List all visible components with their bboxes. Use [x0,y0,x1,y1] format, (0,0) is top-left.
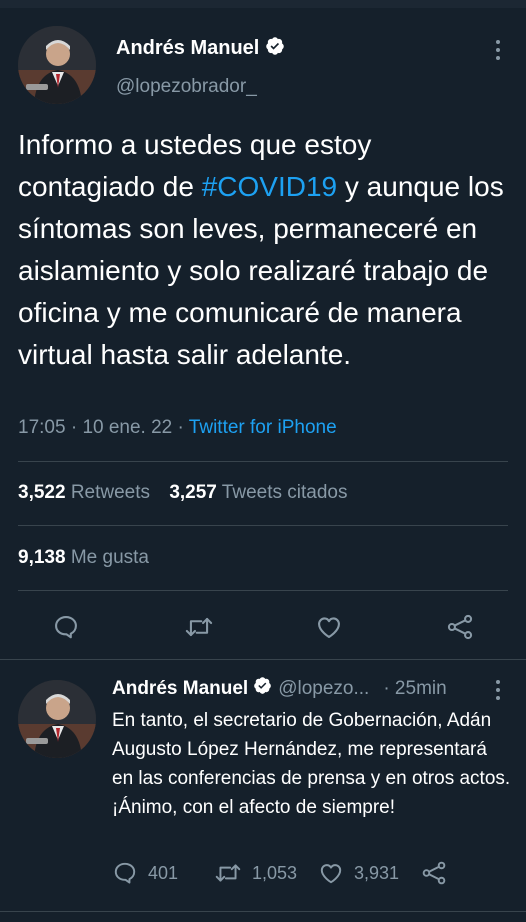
reply-age[interactable]: · 25min [383,678,446,700]
top-edge [0,0,526,8]
reply-author-handle[interactable]: @lopezo... [278,678,369,700]
like-icon [318,860,344,886]
reply-author-name[interactable]: Andrés Manuel [112,678,248,700]
reply-icon [112,860,138,886]
divider-1 [18,461,508,462]
meta-separator: · [65,417,83,438]
like-icon[interactable] [315,613,343,641]
meta-separator-2: · [172,417,189,438]
reply-action-bar: 401 1,053 3,931 [112,860,512,890]
reply-header: Andrés Manuel @lopezo... · 25min [112,676,447,701]
author-name[interactable]: Andrés Manuel [116,37,259,60]
quotes-stat[interactable]: 3,257 Tweets citados [169,482,347,503]
tweet-time: 17:05 [18,417,66,438]
reply-icon[interactable] [52,613,80,641]
retweet-stats: 3,522 Retweets 3,257 Tweets citados [18,482,347,504]
author-name-row: Andrés Manuel [116,36,285,61]
reply-author-avatar[interactable] [18,680,96,758]
retweet-icon[interactable] [184,613,214,641]
reply-more-options-icon[interactable] [490,678,506,702]
likes-label: Me gusta [70,547,149,568]
divider-3 [18,590,508,591]
person-photo [18,680,96,758]
reply-replies-action[interactable]: 401 [112,860,178,886]
person-photo [18,26,96,104]
quotes-label: Tweets citados [221,482,348,503]
author-avatar[interactable] [18,26,96,104]
hashtag-link[interactable]: #COVID19 [202,171,337,202]
reply-likes-action[interactable]: 3,931 [318,860,399,886]
retweets-count: 3,522 [18,482,66,503]
verified-badge-icon [265,36,285,61]
verified-badge-icon [253,676,272,701]
retweets-label: Retweets [70,482,151,503]
reply-retweets-action[interactable]: 1,053 [214,860,297,886]
quotes-count: 3,257 [169,482,217,503]
like-count: 3,931 [354,862,400,883]
reply-count: 401 [148,862,179,883]
tweet-text: Informo a ustedes que estoy contagiado d… [18,124,512,376]
share-icon[interactable] [420,860,448,886]
retweet-icon [214,860,242,886]
author-handle[interactable]: @lopezobrador_ [116,76,257,98]
likes-count: 9,138 [18,547,66,568]
share-icon[interactable] [445,613,475,641]
retweets-stat[interactable]: 3,522 Retweets [18,482,150,503]
more-options-icon[interactable] [490,38,506,62]
divider-5 [0,911,526,912]
divider-2 [18,525,508,526]
divider-4 [0,659,526,660]
tweet-meta: 17:05 · 10 ene. 22 · Twitter for iPhone [18,417,337,439]
tweet-date[interactable]: 10 ene. 22 [82,417,172,438]
tweet-source-link[interactable]: Twitter for iPhone [189,417,337,438]
retweet-count: 1,053 [252,862,298,883]
reply-text: En tanto, el secretario de Gobernación, … [112,710,511,818]
likes-stat[interactable]: 9,138 Me gusta [18,547,149,569]
